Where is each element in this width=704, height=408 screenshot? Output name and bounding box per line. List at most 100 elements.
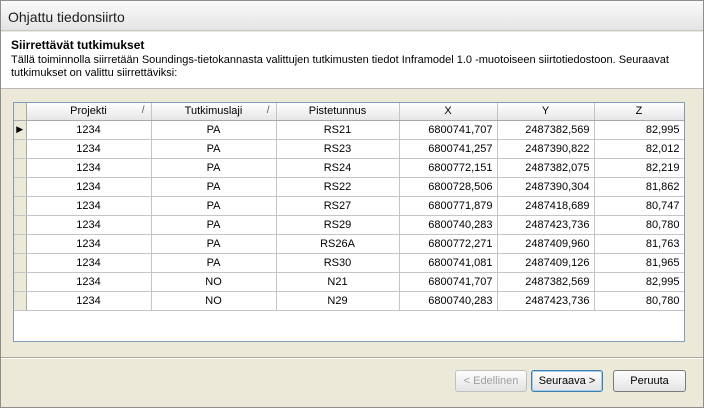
table-row[interactable]: 1234 PA RS23 6800741,257 2487390,822 82,012: [14, 139, 684, 159]
cell-y[interactable]: 2487382,569: [497, 272, 595, 292]
table-row[interactable]: 1234 PA RS30 6800741,081 2487409,126 81,965: [14, 253, 684, 273]
cell-y[interactable]: 2487382,075: [497, 158, 595, 178]
sort-icon: /: [141, 105, 145, 116]
row-selector[interactable]: [14, 177, 27, 197]
cell-y[interactable]: 2487390,822: [497, 139, 595, 159]
row-selector[interactable]: [14, 291, 27, 311]
cell-x[interactable]: 6800771,879: [399, 196, 498, 216]
column-header-z[interactable]: Z: [594, 103, 684, 121]
cell-pistetunnus[interactable]: RS29: [276, 215, 400, 235]
row-selector[interactable]: [14, 139, 27, 159]
cell-z[interactable]: 82,012: [594, 139, 684, 159]
cell-x[interactable]: 6800741,707: [399, 120, 498, 140]
cell-projekti[interactable]: 1234: [26, 158, 152, 178]
table-row[interactable]: 1234 PA RS24 6800772,151 2487382,075 82,219: [14, 158, 684, 178]
cell-x[interactable]: 6800772,271: [399, 234, 498, 254]
cell-z[interactable]: 81,862: [594, 177, 684, 197]
grid-header-row: Projekti / Tutkimuslaji / Pistetunnus X …: [14, 103, 684, 121]
next-button[interactable]: Seuraava >: [531, 370, 603, 392]
cell-x[interactable]: 6800741,257: [399, 139, 498, 159]
cell-projekti[interactable]: 1234: [26, 215, 152, 235]
soundings-grid[interactable]: Projekti / Tutkimuslaji / Pistetunnus X …: [13, 102, 685, 342]
cell-pistetunnus[interactable]: RS26A: [276, 234, 400, 254]
back-button[interactable]: < Edellinen: [455, 370, 527, 392]
column-header-x[interactable]: X: [399, 103, 498, 121]
row-selector[interactable]: [14, 196, 27, 216]
cell-y[interactable]: 2487409,960: [497, 234, 595, 254]
cell-z[interactable]: 82,995: [594, 120, 684, 140]
sort-icon: /: [266, 105, 270, 116]
row-selector[interactable]: [14, 253, 27, 273]
cell-pistetunnus[interactable]: RS27: [276, 196, 400, 216]
cell-pistetunnus[interactable]: RS23: [276, 139, 400, 159]
column-header-tutkimuslaji[interactable]: Tutkimuslaji /: [151, 103, 277, 121]
row-selector-header: [14, 103, 27, 121]
cell-tutkimuslaji[interactable]: PA: [151, 234, 277, 254]
cell-y[interactable]: 2487382,569: [497, 120, 595, 140]
table-row[interactable]: 1234 NO N21 6800741,707 2487382,569 82,995: [14, 272, 684, 292]
cell-tutkimuslaji[interactable]: PA: [151, 139, 277, 159]
cell-pistetunnus[interactable]: RS24: [276, 158, 400, 178]
cell-z[interactable]: 82,219: [594, 158, 684, 178]
cell-pistetunnus[interactable]: RS30: [276, 253, 400, 273]
table-row[interactable]: 1234 PA RS27 6800771,879 2487418,689 80,747: [14, 196, 684, 216]
page-title: Siirrettävät tutkimukset: [11, 38, 145, 52]
row-selector[interactable]: ▶: [14, 120, 27, 140]
cell-x[interactable]: 6800772,151: [399, 158, 498, 178]
cell-tutkimuslaji[interactable]: PA: [151, 253, 277, 273]
cell-x[interactable]: 6800740,283: [399, 215, 498, 235]
table-row[interactable]: 1234 PA RS29 6800740,283 2487423,736 80,780: [14, 215, 684, 235]
cell-y[interactable]: 2487423,736: [497, 291, 595, 311]
cell-tutkimuslaji[interactable]: PA: [151, 120, 277, 140]
cell-projekti[interactable]: 1234: [26, 291, 152, 311]
cell-projekti[interactable]: 1234: [26, 196, 152, 216]
cell-tutkimuslaji[interactable]: PA: [151, 177, 277, 197]
cell-pistetunnus[interactable]: RS21: [276, 120, 400, 140]
cell-y[interactable]: 2487418,689: [497, 196, 595, 216]
cell-x[interactable]: 6800740,283: [399, 291, 498, 311]
title-bar[interactable]: Ohjattu tiedonsiirto: [1, 1, 703, 31]
cell-tutkimuslaji[interactable]: PA: [151, 196, 277, 216]
cell-x[interactable]: 6800741,707: [399, 272, 498, 292]
cell-x[interactable]: 6800728,506: [399, 177, 498, 197]
cell-z[interactable]: 80,780: [594, 215, 684, 235]
cell-pistetunnus[interactable]: N21: [276, 272, 400, 292]
row-selector[interactable]: [14, 215, 27, 235]
window-title: Ohjattu tiedonsiirto: [8, 9, 125, 25]
cell-z[interactable]: 82,995: [594, 272, 684, 292]
cell-pistetunnus[interactable]: RS22: [276, 177, 400, 197]
row-selector[interactable]: [14, 234, 27, 254]
cell-projekti[interactable]: 1234: [26, 272, 152, 292]
cell-z[interactable]: 81,763: [594, 234, 684, 254]
cell-tutkimuslaji[interactable]: NO: [151, 291, 277, 311]
cell-y[interactable]: 2487409,126: [497, 253, 595, 273]
footer-divider: [1, 357, 703, 359]
cell-pistetunnus[interactable]: N29: [276, 291, 400, 311]
cell-x[interactable]: 6800741,081: [399, 253, 498, 273]
cell-projekti[interactable]: 1234: [26, 139, 152, 159]
cell-y[interactable]: 2487390,304: [497, 177, 595, 197]
cell-projekti[interactable]: 1234: [26, 253, 152, 273]
table-row[interactable]: 1234 NO N29 6800740,283 2487423,736 80,780: [14, 291, 684, 311]
column-header-y[interactable]: Y: [497, 103, 595, 121]
wizard-window: Ohjattu tiedonsiirto Siirrettävät tutkim…: [0, 0, 704, 408]
cell-projekti[interactable]: 1234: [26, 120, 152, 140]
cell-z[interactable]: 80,780: [594, 291, 684, 311]
wizard-header: Siirrettävät tutkimukset Tällä toiminnol…: [1, 32, 703, 89]
column-header-pistetunnus[interactable]: Pistetunnus: [276, 103, 400, 121]
table-row[interactable]: 1234 PA RS22 6800728,506 2487390,304 81,862: [14, 177, 684, 197]
cell-projekti[interactable]: 1234: [26, 234, 152, 254]
column-header-projekti[interactable]: Projekti /: [26, 103, 152, 121]
cell-y[interactable]: 2487423,736: [497, 215, 595, 235]
cell-tutkimuslaji[interactable]: PA: [151, 158, 277, 178]
cancel-button[interactable]: Peruuta: [613, 370, 686, 392]
cell-tutkimuslaji[interactable]: NO: [151, 272, 277, 292]
row-selector[interactable]: [14, 272, 27, 292]
cell-z[interactable]: 80,747: [594, 196, 684, 216]
cell-z[interactable]: 81,965: [594, 253, 684, 273]
table-row[interactable]: ▶ 1234 PA RS21 6800741,707 2487382,569 82,995: [14, 120, 684, 140]
table-row[interactable]: 1234 PA RS26A 6800772,271 2487409,960 81,763: [14, 234, 684, 254]
cell-projekti[interactable]: 1234: [26, 177, 152, 197]
cell-tutkimuslaji[interactable]: PA: [151, 215, 277, 235]
row-selector[interactable]: [14, 158, 27, 178]
